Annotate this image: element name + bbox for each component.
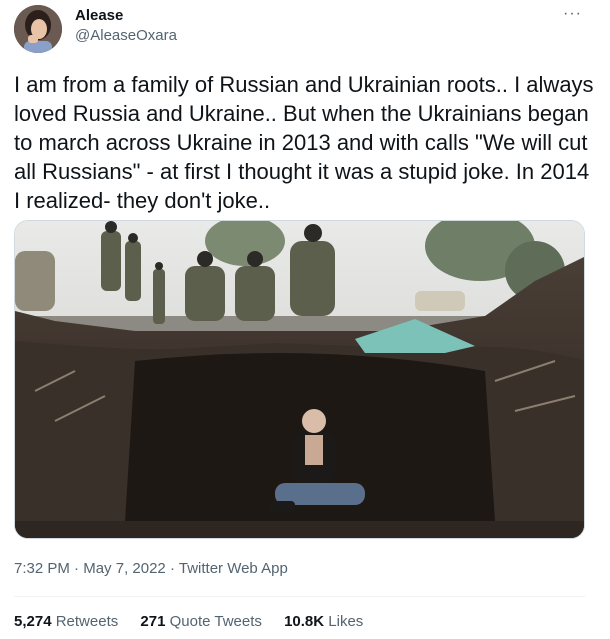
quote-tweets-stat[interactable]: 271 Quote Tweets — [140, 613, 266, 630]
retweets-stat[interactable]: 5,274 Retweets — [14, 613, 122, 630]
tweet-text: I am from a family of Russian and Ukrain… — [14, 72, 594, 213]
likes-stat[interactable]: 10.8K Likes — [284, 613, 363, 630]
display-name[interactable]: Alease — [75, 7, 123, 24]
ellipsis-icon[interactable]: ··· — [563, 6, 582, 22]
tweet-date[interactable]: May 7, 2022 — [83, 560, 166, 577]
quote-tweets-label: Quote Tweets — [169, 613, 262, 630]
likes-label: Likes — [328, 613, 364, 630]
retweets-label: Retweets — [55, 613, 119, 630]
avatar[interactable] — [14, 5, 62, 53]
user-handle[interactable]: @AleaseOxara — [75, 27, 177, 44]
tweet-source[interactable]: Twitter Web App — [179, 560, 288, 577]
tweet-meta: 7:32 PM · May 7, 2022 · Twitter Web App — [14, 560, 288, 577]
user-avatar-icon — [14, 5, 62, 53]
separator: · — [74, 560, 80, 577]
likes-count: 10.8K — [284, 613, 325, 630]
tweet-stats: 5,274 Retweets 271 Quote Tweets 10.8K Li… — [14, 613, 381, 630]
divider — [14, 596, 585, 597]
tweet-card: Alease @AleaseOxara ··· I am from a fami… — [0, 0, 610, 639]
retweets-count: 5,274 — [14, 613, 52, 630]
tweet-time[interactable]: 7:32 PM — [14, 560, 70, 577]
photo-image-icon — [15, 221, 584, 538]
tweet-photo[interactable] — [14, 220, 585, 539]
quote-tweets-count: 271 — [140, 613, 166, 630]
separator: · — [169, 560, 175, 577]
